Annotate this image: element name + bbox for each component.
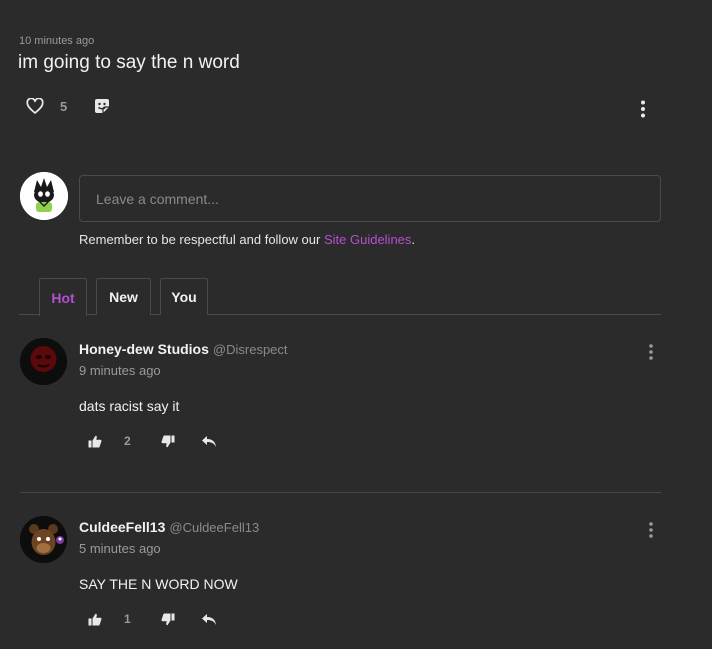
commenter-avatar[interactable]: [20, 338, 67, 385]
comment-like-count: 2: [124, 434, 131, 448]
reply-icon[interactable]: [201, 435, 217, 448]
tab-hot[interactable]: Hot: [39, 278, 87, 316]
more-vertical-icon[interactable]: [646, 342, 656, 362]
comment-divider: [20, 492, 661, 493]
comment-like-count: 1: [124, 612, 131, 626]
comment-actions: 1: [88, 612, 217, 626]
commenter-display-name[interactable]: CuldeeFell13: [79, 519, 165, 535]
guidelines-note: Remember to be respectful and follow our…: [79, 232, 415, 247]
comment-timestamp: 9 minutes ago: [79, 363, 161, 378]
post-title: im going to say the n word: [18, 52, 240, 73]
heart-icon[interactable]: [26, 98, 44, 114]
commenter-handle[interactable]: @Disrespect: [213, 342, 288, 357]
user-avatar[interactable]: [20, 172, 68, 220]
comment-input[interactable]: [79, 175, 661, 222]
guidelines-period: .: [411, 232, 416, 247]
post-actions: 5: [26, 98, 110, 114]
comment-sort-tabs: Hot New You: [19, 278, 661, 316]
commenter-handle[interactable]: @CuldeeFell13: [169, 520, 259, 535]
tab-you[interactable]: You: [160, 278, 208, 315]
thumbs-up-icon[interactable]: [88, 613, 102, 626]
thumbs-down-icon[interactable]: [161, 613, 175, 626]
comment-body: SAY THE N WORD NOW: [79, 576, 238, 592]
thumbs-up-icon[interactable]: [88, 435, 102, 448]
commenter-name[interactable]: Honey-dew Studios @Disrespect: [79, 341, 288, 357]
tab-new[interactable]: New: [96, 278, 151, 315]
commenter-avatar[interactable]: [20, 516, 67, 563]
thumbs-down-icon[interactable]: [161, 435, 175, 448]
sticker-icon[interactable]: [94, 98, 110, 114]
comment-actions: 2: [88, 434, 217, 448]
commenter-display-name[interactable]: Honey-dew Studios: [79, 341, 209, 357]
post-timestamp: 10 minutes ago: [19, 35, 95, 47]
guidelines-text: Remember to be respectful and follow our: [79, 232, 324, 247]
comment-body: dats racist say it: [79, 398, 180, 414]
more-vertical-icon[interactable]: [646, 520, 656, 540]
comment-timestamp: 5 minutes ago: [79, 541, 161, 556]
post-like-count: 5: [60, 98, 68, 114]
reply-icon[interactable]: [201, 613, 217, 626]
more-vertical-icon[interactable]: [636, 98, 650, 120]
commenter-name[interactable]: CuldeeFell13 @CuldeeFell13: [79, 519, 259, 535]
site-guidelines-link[interactable]: Site Guidelines: [324, 232, 411, 247]
